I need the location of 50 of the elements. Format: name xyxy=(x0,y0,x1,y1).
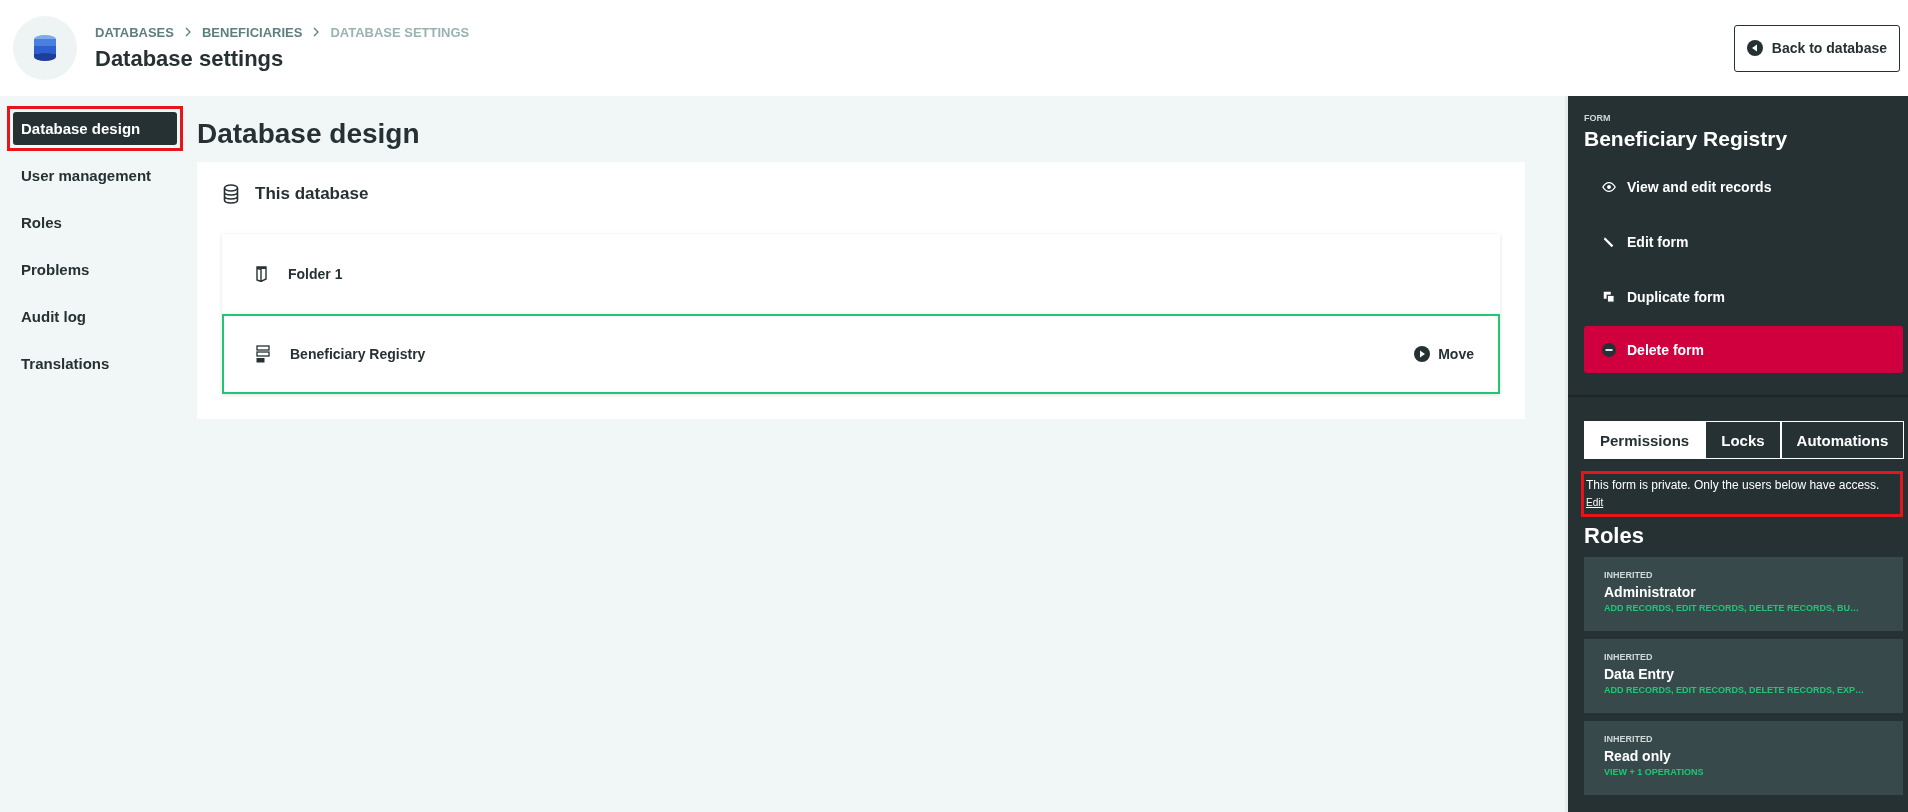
minus-circle-icon xyxy=(1602,342,1616,357)
chevron-icon xyxy=(183,27,192,37)
role-name: Data Entry xyxy=(1604,666,1676,682)
role-name: Read only xyxy=(1604,748,1672,764)
role-permissions: ADD RECORDS, EDIT RECORDS, DELETE RECORDS, EXP… xyxy=(1604,685,1866,695)
role-name: Administrator xyxy=(1604,584,1697,600)
notice-text: This form is private. Only the users below have access. xyxy=(1586,478,1881,492)
list-row[interactable]: Beneficiary Registry Move xyxy=(222,314,1500,394)
tab[interactable]: Permissions xyxy=(1584,421,1706,459)
move-button[interactable]: Move xyxy=(1414,346,1474,362)
role-tag: INHERITED xyxy=(1604,734,1895,744)
edit-link[interactable]: Edit xyxy=(1586,497,1604,508)
sidebar-item[interactable]: Roles xyxy=(13,206,177,239)
database-icon xyxy=(223,184,239,204)
folder-icon xyxy=(256,266,268,282)
delete-button[interactable]: Delete form xyxy=(1584,326,1903,373)
list-item-label: Folder 1 xyxy=(288,266,343,282)
page-title: Database settings xyxy=(95,45,285,72)
eye-icon xyxy=(1602,179,1616,194)
breadcrumb-link[interactable]: DATABASES xyxy=(95,24,174,40)
action-link[interactable]: Edit form xyxy=(1584,214,1903,269)
role-card[interactable]: INHERITED Administrator ADD RECORDS, EDIT RECORDS, DELETE RECORDS, BU… xyxy=(1584,557,1903,631)
panel-overline: FORM xyxy=(1584,113,1612,123)
action-link[interactable]: View and edit records xyxy=(1584,159,1903,214)
card-title: This database xyxy=(255,184,369,204)
chevron-icon xyxy=(312,27,321,37)
role-permissions: VIEW + 1 OPERATIONS xyxy=(1604,767,1705,777)
tab[interactable]: Locks xyxy=(1705,421,1781,459)
action-link[interactable]: Duplicate form xyxy=(1584,269,1903,324)
section-heading: Database design xyxy=(197,118,421,150)
list-item-label: Beneficiary Registry xyxy=(290,346,426,362)
play-icon xyxy=(1414,346,1431,362)
role-tag: INHERITED xyxy=(1604,570,1895,580)
sidebar-item[interactable]: Translations xyxy=(13,347,177,380)
list-row[interactable]: Folder 1 xyxy=(222,234,1500,314)
roles-heading: Roles xyxy=(1584,523,1645,549)
breadcrumb-link[interactable]: BENEFICIARIES xyxy=(201,24,303,40)
tab[interactable]: Automations xyxy=(1780,421,1905,459)
panel-title: Beneficiary Registry xyxy=(1584,127,1789,151)
duplicate-icon xyxy=(1602,289,1616,304)
form-icon xyxy=(256,345,270,363)
role-tag: INHERITED xyxy=(1604,652,1895,662)
sidebar-item[interactable]: User management xyxy=(13,159,177,192)
back-button[interactable]: Back to database xyxy=(1733,24,1900,72)
sidebar-item[interactable]: Problems xyxy=(13,253,177,286)
sidebar-item[interactable]: Audit log xyxy=(13,300,177,333)
role-card[interactable]: INHERITED Data Entry ADD RECORDS, EDIT RECORDS, DELETE RECORDS, EXP… xyxy=(1584,639,1903,713)
role-card[interactable]: INHERITED Read only VIEW + 1 OPERATIONS xyxy=(1584,721,1903,795)
sidebar-item[interactable]: Database design xyxy=(13,112,177,145)
role-permissions: ADD RECORDS, EDIT RECORDS, DELETE RECORDS, BU… xyxy=(1604,603,1861,613)
